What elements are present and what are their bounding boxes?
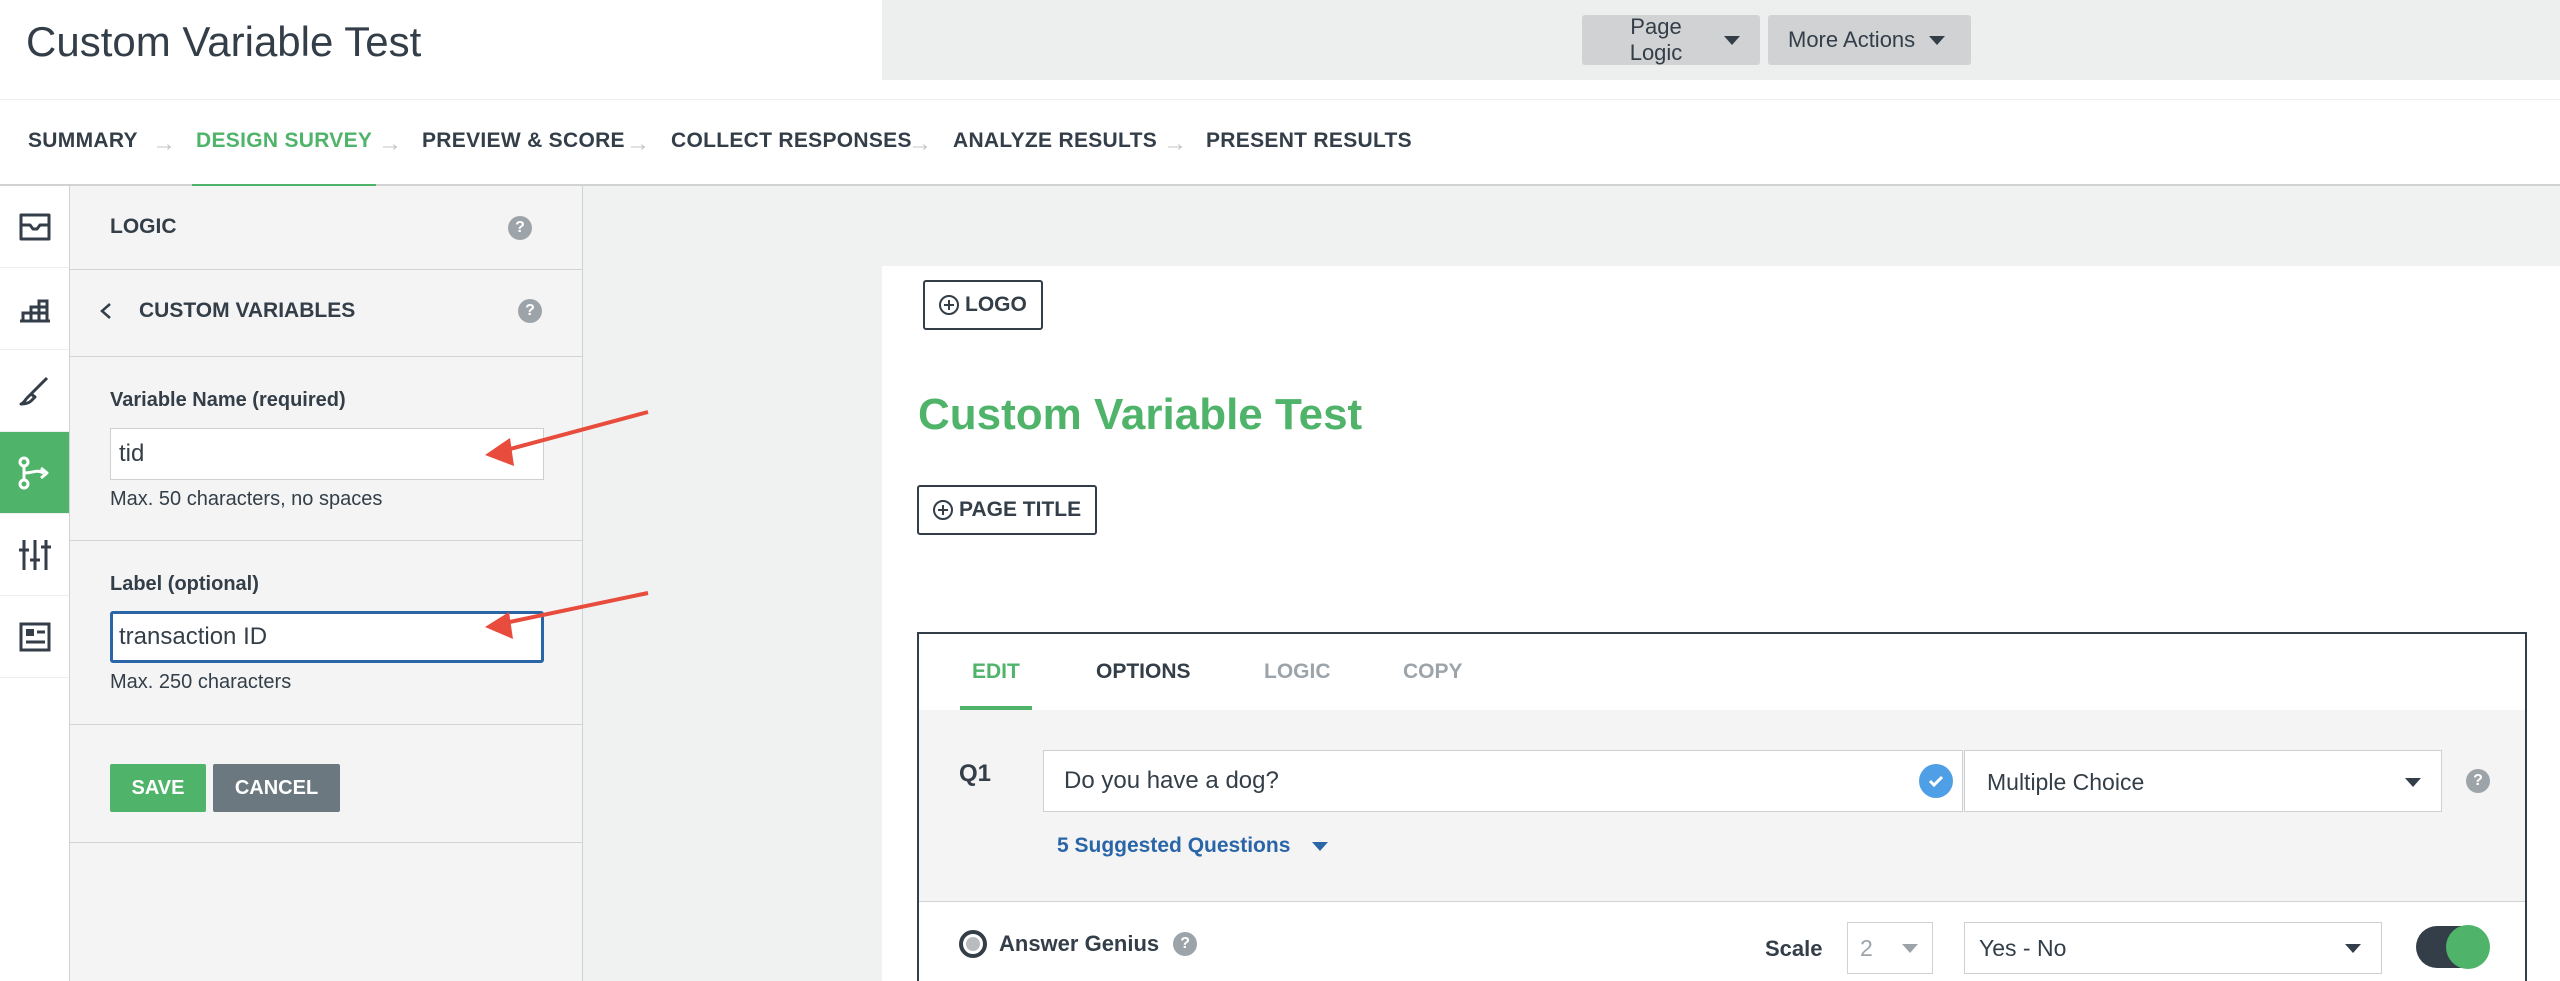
tab-logic[interactable]: LOGIC (1264, 634, 1331, 710)
suggested-questions-label: 5 Suggested Questions (1057, 834, 1291, 857)
tab-options[interactable]: OPTIONS (1096, 634, 1191, 710)
annotation-arrow (485, 410, 649, 466)
question-bank-icon (19, 213, 50, 240)
step-design-survey[interactable]: DESIGN SURVEY (191, 100, 377, 188)
tool-rail (0, 186, 70, 981)
chevron-left-icon (100, 303, 111, 319)
arrow-right-icon: → (152, 130, 176, 157)
question-card: EDIT OPTIONS LOGIC COPY Q1 Do you have a… (917, 632, 2527, 981)
plus-circle-icon (933, 500, 953, 520)
variable-name-label: Variable Name (required) (110, 389, 346, 411)
rail-builder[interactable] (0, 268, 69, 350)
question-editor: Q1 Do you have a dog? Multiple Choice ? … (919, 710, 2525, 902)
variable-name-help: Max. 50 characters, no spaces (110, 488, 383, 510)
arrow-right-icon: → (1163, 130, 1187, 157)
question-text-input[interactable]: Do you have a dog? (1043, 750, 1963, 812)
design-brush-icon (19, 376, 48, 405)
step-summary[interactable]: SUMMARY (28, 100, 138, 186)
help-icon[interactable]: ? (518, 299, 542, 323)
caret-down-icon (1929, 35, 1946, 45)
tab-edit[interactable]: EDIT (960, 634, 1032, 710)
custom-variables-title: CUSTOM VARIABLES (139, 299, 356, 322)
add-logo-label: LOGO (965, 293, 1027, 316)
panel-actions: SAVE CANCEL (70, 725, 583, 843)
survey-steps-nav: SUMMARY → DESIGN SURVEY → PREVIEW & SCOR… (0, 100, 2560, 188)
annotation-arrows (485, 410, 649, 639)
logic-title: LOGIC (110, 215, 177, 238)
answer-genius-toggle[interactable] (2416, 925, 2490, 969)
check-circle-icon (1919, 764, 1953, 798)
question-type-select[interactable]: Multiple Choice (1964, 750, 2442, 812)
arrow-right-icon: → (626, 130, 650, 157)
suggested-questions-link[interactable]: 5 Suggested Questions (1057, 834, 1329, 858)
rail-logic[interactable] (0, 432, 69, 514)
plus-circle-icon (939, 295, 959, 315)
step-collect-responses[interactable]: COLLECT RESPONSES (671, 100, 912, 186)
step-present-results[interactable]: PRESENT RESULTS (1206, 100, 1412, 186)
help-icon[interactable]: ? (508, 216, 532, 240)
caret-down-icon (1312, 841, 1329, 851)
more-actions-button[interactable]: More Actions (1768, 15, 1971, 65)
layout-icon (19, 622, 50, 651)
answer-genius-label: Answer Genius (999, 931, 1160, 956)
arrow-right-icon: → (908, 130, 932, 157)
custom-variables-header: CUSTOM VARIABLES ? (70, 270, 583, 357)
answer-genius-row: Answer Genius ? Scale 2 Yes - No (919, 902, 2525, 981)
save-button[interactable]: SAVE (110, 764, 206, 812)
survey-title[interactable]: Custom Variable Test (918, 390, 1362, 440)
rail-question-bank[interactable] (0, 186, 69, 268)
caret-down-icon (1724, 35, 1740, 45)
rail-design[interactable] (0, 350, 69, 432)
scale-select[interactable]: 2 (1847, 922, 1933, 974)
caret-down-icon (2405, 778, 2421, 787)
cancel-button[interactable]: CANCEL (213, 764, 340, 812)
label-help: Max. 250 characters (110, 671, 292, 693)
back-button[interactable] (96, 296, 116, 326)
answer-genius: Answer Genius ? (959, 930, 1198, 958)
variable-name-input[interactable] (110, 428, 544, 480)
answer-preset-select[interactable]: Yes - No (1964, 922, 2382, 974)
question-number: Q1 (959, 760, 992, 787)
step-preview-score[interactable]: PREVIEW & SCORE (422, 100, 625, 186)
tab-copy[interactable]: COPY (1403, 634, 1463, 710)
caret-down-icon (1902, 944, 1918, 953)
help-icon[interactable]: ? (2466, 769, 2490, 793)
add-page-title-label: PAGE TITLE (959, 498, 1082, 521)
page-logic-button[interactable]: Page Logic (1582, 14, 1760, 65)
rail-layout[interactable] (0, 596, 69, 678)
page-logic-label: Page Logic (1629, 14, 1683, 65)
app-window: Custom Variable Test SUMMARY → DESIGN SU… (0, 0, 2560, 981)
logic-icon (18, 456, 48, 489)
question-tabs: EDIT OPTIONS LOGIC COPY (919, 634, 2525, 710)
scale-value: 2 (1860, 935, 1873, 961)
question-type-value: Multiple Choice (1987, 769, 2145, 795)
options-sliders-icon (18, 539, 51, 570)
answer-preset-value: Yes - No (1979, 935, 2067, 961)
scale-label: Scale (1765, 936, 1823, 961)
step-analyze-results[interactable]: ANALYZE RESULTS (953, 100, 1157, 186)
label-input[interactable] (110, 611, 544, 663)
answer-genius-icon (959, 930, 987, 958)
add-logo-button[interactable]: LOGO (923, 280, 1043, 330)
arrow-right-icon: → (378, 130, 402, 157)
logic-header: LOGIC ? (70, 186, 583, 270)
rail-options[interactable] (0, 514, 69, 596)
caret-down-icon (2345, 944, 2361, 953)
more-actions-label: More Actions (1788, 27, 1916, 52)
help-icon[interactable]: ? (1173, 932, 1198, 956)
page-toolbar: Page Logic More Actions (882, 0, 2560, 80)
page-title: Custom Variable Test (26, 18, 422, 65)
label-field-label: Label (optional) (110, 573, 259, 595)
add-page-title-button[interactable]: PAGE TITLE (917, 485, 1098, 535)
builder-icon (19, 299, 50, 322)
annotation-arrow (485, 591, 649, 639)
